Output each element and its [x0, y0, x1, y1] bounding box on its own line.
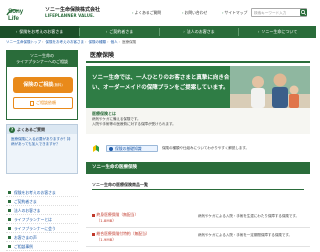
faq-link[interactable]: 医療保険に入る必要がありますか？持病があっても加入できますか？	[7, 134, 77, 150]
product-link[interactable]: 終身医療保険（無配当） （1.8MB）	[92, 212, 138, 223]
chevron-right-icon: ›	[15, 29, 18, 34]
breadcrumb-link[interactable]: 個人	[111, 40, 118, 44]
chevron-right-icon: ›	[132, 10, 134, 15]
basic-knowledge-button[interactable]: 保険の基礎知識	[106, 145, 158, 152]
sidebar-link[interactable]: ライフプランナーとは	[6, 215, 78, 224]
breadcrumb: ソニー生命保険トップ› 保険をお考えのお客さま› 保険の種類› 個人› 医療保険	[6, 40, 137, 44]
consultation-button[interactable]: 保険のご相談(無料)	[13, 77, 73, 93]
sidebar-link[interactable]: 保険をお考えのお客さま	[6, 188, 78, 197]
chevron-right-icon: ›	[182, 10, 184, 15]
faq-header: ? よくあるご質問	[7, 125, 77, 134]
pdf-icon	[92, 232, 95, 236]
company-name-jp: ソニー生命保険株式会社	[45, 7, 101, 13]
sidebar-links: 保険をお考えのお客さま ご契約者さま 法人のお客さま ライフプランナーとは ライ…	[6, 188, 78, 251]
company-tagline: LIFEPLANNER VALUE.	[45, 13, 95, 18]
nav-tab-corporate[interactable]: › 法人のお客さま	[160, 26, 238, 38]
basic-knowledge-desc: 保険の種類や仕組みについてわかりやすく解説します。	[162, 146, 250, 150]
hero-banner: ソニー生命では、一人ひとりのお客さまと真摯に向き合い、オーダーメイドの保障プラン…	[86, 66, 310, 134]
consultation-box: ソニー生命の ライフプランナーへのご相談 保険のご相談(無料) ご相談依頼	[6, 50, 78, 120]
header-link-contact[interactable]: ›お問い合わせ	[182, 10, 207, 16]
sidebar-link[interactable]: 法人のお客さま	[6, 206, 78, 215]
bullet-icon	[8, 245, 11, 248]
sidebar-link[interactable]: ご相談事例	[6, 242, 78, 251]
logo-wordmark: Sony Life	[8, 8, 24, 22]
nav-tab-prospective[interactable]: › 保険をお考えのお客さま	[0, 26, 79, 38]
product-row: 終身医療保険（無配当） （1.8MB） 病気やケガによる入院・手術を生涯にわたり…	[86, 210, 310, 228]
search-input[interactable]: 検索キーワード入力	[251, 8, 307, 17]
section-subtitle: ソニー生命の医療保険商品一覧	[92, 182, 148, 187]
consultation-box-header: ソニー生命の ライフプランナーへのご相談	[7, 51, 77, 67]
chevron-right-icon: ›	[105, 29, 108, 34]
breadcrumb-link[interactable]: 保険の種類	[89, 40, 107, 44]
header-link-faq[interactable]: ›よくあるご質問	[132, 10, 161, 16]
nav-tab-policyholders[interactable]: › ご契約者さま	[80, 26, 159, 38]
page-title: 医療保険	[86, 50, 310, 63]
search-button[interactable]	[300, 9, 307, 16]
product-desc: 病気やケガによる入院・手術を生涯にわたり保障する保険です。	[198, 214, 300, 218]
basic-knowledge-row: 保険の基礎知識 保険の種類や仕組みについてわかりやすく解説します。	[86, 142, 310, 155]
sony-life-logo[interactable]: Sony Life	[6, 7, 28, 22]
bullet-icon	[8, 209, 11, 212]
bullet-icon	[8, 227, 11, 230]
bullet-icon	[8, 236, 11, 239]
document-icon	[30, 100, 34, 106]
chevron-right-icon: ›	[257, 29, 260, 34]
question-icon: ?	[9, 126, 15, 133]
note-line: 入院や手術等の医療費に対する保障が受けられます。	[92, 122, 176, 126]
chevron-right-icon: ›	[183, 29, 185, 34]
search-icon	[301, 10, 307, 16]
breadcrumb-current: 医療保険	[122, 40, 137, 44]
product-desc: 病気やケガによる入院・手術を一定期間保障する保険です。	[198, 233, 293, 237]
faq-box: ? よくあるご質問 医療保険に入る必要がありますか？持病があっても加入できますか…	[6, 124, 78, 174]
global-nav: › 保険をお考えのお客さま › ご契約者さま › 法人のお客さま › ソニー生命について	[0, 26, 316, 38]
sidebar-link[interactable]: ご契約者さま	[6, 197, 78, 206]
beginner-mark-icon	[93, 145, 99, 152]
bullet-icon	[8, 200, 11, 203]
bullet-icon	[8, 218, 11, 221]
site-header: Sony Life ソニー生命保険株式会社 LIFEPLANNER VALUE.…	[0, 0, 316, 26]
product-row: 総合医療保険付特約（無配当） （1.9MB） 病気やケガによる入院・手術を一定期…	[86, 229, 310, 247]
chevron-right-icon: ›	[222, 10, 224, 15]
breadcrumb-link[interactable]: 保険をお考えのお客さま	[46, 40, 85, 44]
nav-tab-about[interactable]: › ソニー生命について	[239, 26, 316, 38]
sidebar-link[interactable]: お客さまの声	[6, 233, 78, 242]
hero-text: ソニー生命では、一人ひとりのお客さまと真摯に向き合い、オーダーメイドの保障プラン…	[92, 75, 230, 91]
section-divider	[92, 189, 304, 190]
product-link[interactable]: 総合医療保険付特約（無配当） （1.9MB）	[92, 231, 150, 242]
family-photo-image	[230, 66, 310, 108]
bullet-icon	[8, 191, 11, 194]
arrow-circle-icon	[109, 147, 113, 151]
section-header: ソニー生命の医療保険	[86, 162, 310, 174]
sidebar-link[interactable]: ライフプランナーに会う	[6, 224, 78, 233]
breadcrumb-link[interactable]: ソニー生命保険トップ	[6, 40, 41, 44]
pdf-icon	[92, 213, 95, 217]
hero-note: 医療保険とは 病気やケガに備える保険です。 入院や手術等の医療費に対する保障が受…	[86, 108, 310, 134]
search-placeholder: 検索キーワード入力	[254, 10, 287, 15]
header-link-sitemap[interactable]: ›サイトマップ	[222, 10, 247, 16]
consultation-request-button[interactable]: ご相談依頼	[13, 97, 73, 109]
